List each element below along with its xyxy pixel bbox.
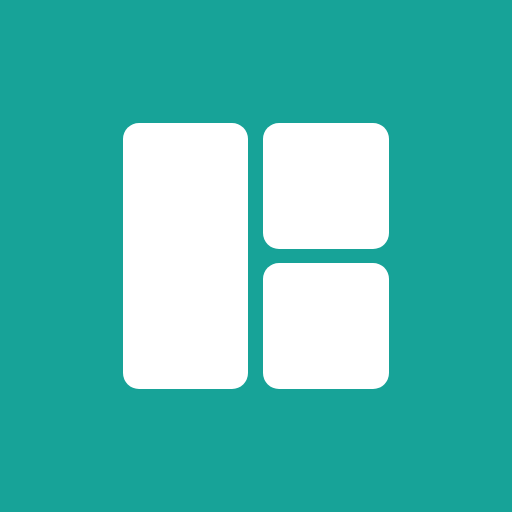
- layout-grid-icon: [0, 0, 512, 512]
- top-right-tile: [263, 123, 389, 249]
- tall-tile: [123, 123, 248, 389]
- bottom-right-tile: [263, 263, 389, 389]
- app-icon: [0, 0, 512, 512]
